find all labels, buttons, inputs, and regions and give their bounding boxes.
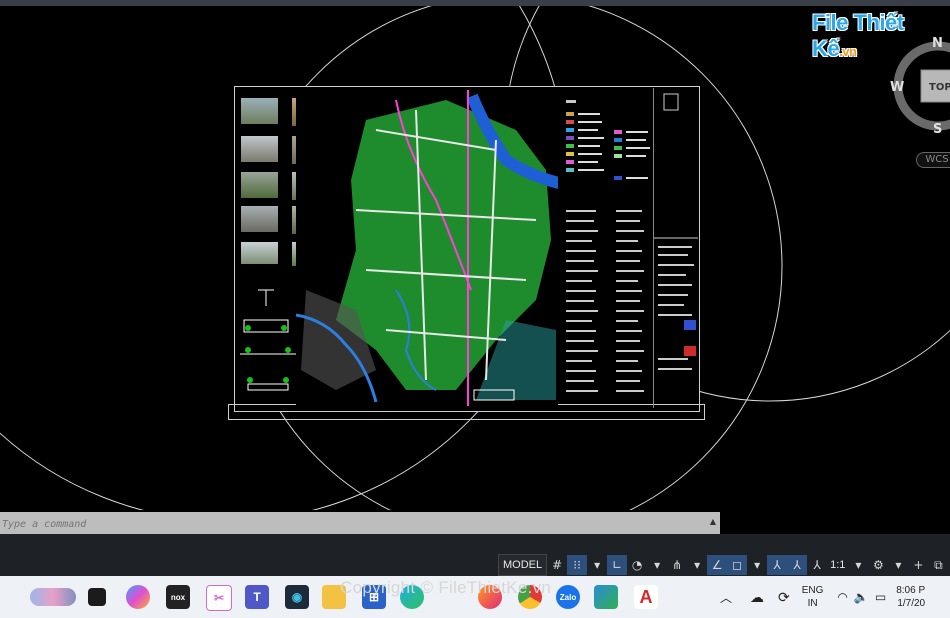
wifi-icon[interactable]: ◠ xyxy=(837,590,847,604)
system-tray: ︿ ☁ ⟳ ENG IN ◠ 🔈 ▭ 8:06 P 1/7/20 xyxy=(720,576,925,618)
logo-suffix-text: .vn xyxy=(839,44,857,59)
sheet-base-strip xyxy=(228,404,705,420)
zalo-icon[interactable]: Zalo xyxy=(556,585,580,609)
snipping-icon[interactable]: ✂ xyxy=(206,585,232,611)
annotation-icon[interactable]: ⅄ xyxy=(767,555,788,575)
copyright-watermark: Copyright © FileThietKe.vn xyxy=(340,578,552,597)
grid-icon[interactable]: # xyxy=(547,555,567,575)
isolate-icon[interactable]: ⧉ xyxy=(928,555,948,575)
weather-widget-icon[interactable] xyxy=(30,588,76,606)
ortho-icon[interactable]: ∟ xyxy=(607,555,628,575)
region-code: IN xyxy=(807,598,818,609)
annotation-scale[interactable]: 1:1 xyxy=(827,559,848,571)
scale-dropdown-icon[interactable]: ▾ xyxy=(848,555,868,575)
polar-dropdown-icon[interactable]: ▾ xyxy=(647,555,667,575)
language-code: ENG xyxy=(801,585,824,596)
autocad-icon[interactable]: A xyxy=(634,585,658,609)
copilot-icon[interactable] xyxy=(126,585,150,609)
language-indicator[interactable]: ENG IN xyxy=(802,584,824,610)
cloud-icon[interactable]: ☁ xyxy=(750,589,764,606)
workspace-gear-icon[interactable]: ⚙ xyxy=(868,555,888,575)
compass-north[interactable]: N xyxy=(932,36,943,51)
dark-app-icon[interactable]: ◉ xyxy=(285,585,309,609)
site-photo xyxy=(241,242,278,264)
task-view-icon[interactable] xyxy=(88,588,106,606)
wcs-menu[interactable]: WCS xyxy=(916,152,950,168)
autoscale-icon[interactable]: ⅄ xyxy=(787,555,808,575)
plus-icon[interactable]: + xyxy=(908,555,928,575)
road-section-details xyxy=(240,289,296,391)
map-legend xyxy=(566,100,650,392)
polar-icon[interactable]: ◔ xyxy=(627,555,647,575)
compass-west[interactable]: W xyxy=(890,80,904,95)
master-plan-map xyxy=(296,90,558,406)
osnap-icon[interactable]: ◻ xyxy=(727,555,748,575)
site-photo xyxy=(241,136,278,162)
clock-time: 8:06 P xyxy=(896,585,926,596)
clock-date: 1/7/20 xyxy=(897,598,926,609)
model-space-button[interactable]: MODEL xyxy=(498,554,548,576)
compass-south[interactable]: S xyxy=(933,122,942,137)
battery-icon[interactable]: ▭ xyxy=(875,590,886,604)
chevron-up-icon[interactable]: ︿ xyxy=(720,589,732,606)
status-bar: MODEL # ⁝⁝ ▾ ∟ ◔ ▾ ⋔ ▾ ∠ ◻ ▾ ⅄ ⅄ ⅄ 1:1 ▾… xyxy=(498,554,950,576)
map-app-icon[interactable] xyxy=(594,585,618,609)
site-photo xyxy=(241,172,278,198)
gear-dropdown-icon[interactable]: ▾ xyxy=(888,555,908,575)
site-photo xyxy=(241,206,278,232)
viewcube[interactable]: N W S TOP xyxy=(890,34,950,144)
iso-dropdown-icon[interactable]: ▾ xyxy=(687,555,707,575)
title-block xyxy=(653,88,698,408)
osnap-dropdown-icon[interactable]: ▾ xyxy=(747,555,767,575)
snap-dropdown-icon[interactable]: ▾ xyxy=(587,555,607,575)
sync-icon[interactable]: ⟳ xyxy=(778,589,790,606)
command-input[interactable] xyxy=(0,512,704,536)
annotation-visibility-icon[interactable]: ⅄ xyxy=(807,555,827,575)
up-triangle-icon[interactable]: ▲ xyxy=(710,517,716,526)
nox-icon[interactable]: nox xyxy=(166,585,190,609)
otrack-icon[interactable]: ∠ xyxy=(707,555,728,575)
snap-icon[interactable]: ⁝⁝ xyxy=(567,555,588,575)
command-line[interactable]: ▲ xyxy=(0,512,720,536)
teams-icon[interactable]: T xyxy=(245,585,269,609)
viewcube-top-face[interactable]: TOP xyxy=(929,82,950,93)
volume-icon[interactable]: 🔈 xyxy=(854,590,869,604)
isodraft-icon[interactable]: ⋔ xyxy=(667,555,687,575)
site-photo xyxy=(241,98,278,124)
clock[interactable]: 8:06 P 1/7/20 xyxy=(896,584,925,610)
